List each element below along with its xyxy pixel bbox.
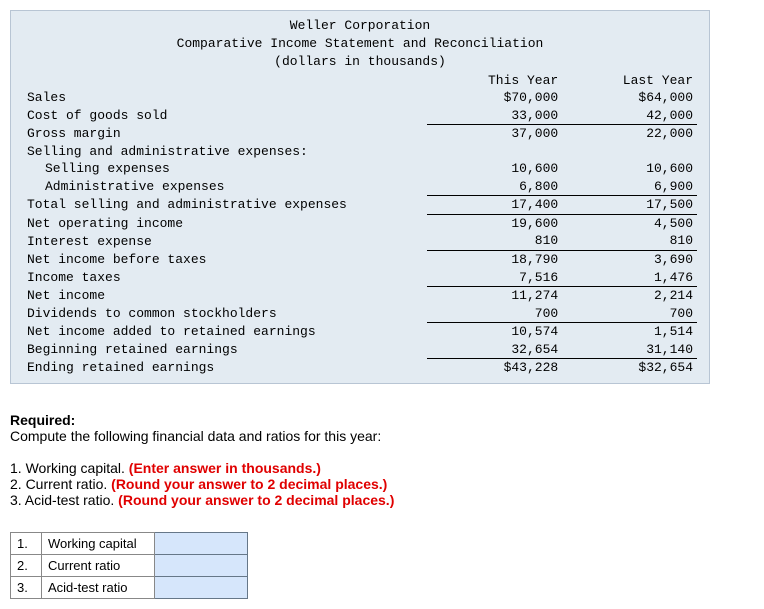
row-value-this-year: 37,000 xyxy=(427,125,562,143)
statement-row: Income taxes7,5161,476 xyxy=(23,269,697,287)
row-value-last-year: 6,900 xyxy=(562,178,697,196)
required-item: 2. Current ratio. (Round your answer to … xyxy=(10,476,764,492)
statement-row: Net income before taxes18,7903,690 xyxy=(23,251,697,269)
row-label: Net income before taxes xyxy=(23,251,427,269)
statement-row: Net income added to retained earnings10,… xyxy=(23,323,697,341)
statement-units: (dollars in thousands) xyxy=(23,53,697,71)
row-label: Dividends to common stockholders xyxy=(23,305,427,323)
statement-row: Interest expense810810 xyxy=(23,232,697,250)
row-value-last-year: 22,000 xyxy=(562,125,697,143)
row-value-this-year xyxy=(427,143,562,161)
statement-row: Administrative expenses6,8006,900 xyxy=(23,178,697,196)
required-item-text: 1. Working capital. xyxy=(10,460,129,476)
row-value-this-year: 17,400 xyxy=(427,196,562,215)
row-label: Selling expenses xyxy=(23,160,427,178)
row-value-last-year: 42,000 xyxy=(562,107,697,125)
income-statement-panel: Weller Corporation Comparative Income St… xyxy=(10,10,710,384)
row-label: Income taxes xyxy=(23,269,427,287)
row-label: Gross margin xyxy=(23,125,427,143)
row-value-this-year: $43,228 xyxy=(427,359,562,377)
row-label: Net income added to retained earnings xyxy=(23,323,427,341)
row-label: Selling and administrative expenses: xyxy=(23,143,427,161)
row-value-last-year: 10,600 xyxy=(562,160,697,178)
statement-row: Net operating income19,6004,500 xyxy=(23,214,697,232)
row-value-this-year: 6,800 xyxy=(427,178,562,196)
answer-label: Current ratio xyxy=(42,554,155,576)
row-label: Cost of goods sold xyxy=(23,107,427,125)
statement-row: Dividends to common stockholders700700 xyxy=(23,305,697,323)
row-value-this-year: 7,516 xyxy=(427,269,562,287)
row-label: Ending retained earnings xyxy=(23,359,427,377)
row-value-this-year: 10,574 xyxy=(427,323,562,341)
statement-row: Beginning retained earnings32,65431,140 xyxy=(23,341,697,359)
required-section: Required: Compute the following financia… xyxy=(10,412,764,508)
required-item-text: 3. Acid-test ratio. xyxy=(10,492,118,508)
required-item-text: 2. Current ratio. xyxy=(10,476,111,492)
row-label: Net income xyxy=(23,287,427,305)
answer-table-wrap: 1.Working capital2.Current ratio3.Acid-t… xyxy=(10,532,764,599)
statement-row: Cost of goods sold33,00042,000 xyxy=(23,107,697,125)
col-header-last-year: Last Year xyxy=(562,72,697,90)
row-value-last-year: 700 xyxy=(562,305,697,323)
row-value-last-year: 1,514 xyxy=(562,323,697,341)
row-label: Beginning retained earnings xyxy=(23,341,427,359)
row-value-last-year xyxy=(562,143,697,161)
statement-row: Total selling and administrative expense… xyxy=(23,196,697,215)
row-value-last-year: 1,476 xyxy=(562,269,697,287)
statement-row: Sales$70,000$64,000 xyxy=(23,89,697,107)
required-item: 3. Acid-test ratio. (Round your answer t… xyxy=(10,492,764,508)
row-value-this-year: 33,000 xyxy=(427,107,562,125)
answer-row: 2.Current ratio xyxy=(11,554,248,576)
statement-title: Comparative Income Statement and Reconci… xyxy=(23,35,697,53)
required-prompt: Compute the following financial data and… xyxy=(10,428,764,444)
statement-row: Gross margin37,00022,000 xyxy=(23,125,697,143)
row-value-this-year: 18,790 xyxy=(427,251,562,269)
row-value-this-year: 11,274 xyxy=(427,287,562,305)
answer-label: Working capital xyxy=(42,532,155,554)
statement-row: Net income11,2742,214 xyxy=(23,287,697,305)
row-value-last-year: 810 xyxy=(562,232,697,250)
row-value-this-year: 32,654 xyxy=(427,341,562,359)
company-name: Weller Corporation xyxy=(23,17,697,35)
row-value-this-year: 19,600 xyxy=(427,214,562,232)
answer-input[interactable] xyxy=(155,554,248,576)
required-item-hint: (Round your answer to 2 decimal places.) xyxy=(118,492,394,508)
answer-input[interactable] xyxy=(155,576,248,598)
row-value-last-year: $64,000 xyxy=(562,89,697,107)
row-value-last-year: 4,500 xyxy=(562,214,697,232)
statement-header: Weller Corporation Comparative Income St… xyxy=(23,17,697,72)
row-value-this-year: 10,600 xyxy=(427,160,562,178)
answer-row: 1.Working capital xyxy=(11,532,248,554)
answer-row: 3.Acid-test ratio xyxy=(11,576,248,598)
row-value-this-year: 810 xyxy=(427,232,562,250)
statement-row: Selling and administrative expenses: xyxy=(23,143,697,161)
row-value-this-year: 700 xyxy=(427,305,562,323)
row-value-last-year: 31,140 xyxy=(562,341,697,359)
answer-number: 2. xyxy=(11,554,42,576)
row-value-last-year: $32,654 xyxy=(562,359,697,377)
row-value-last-year: 2,214 xyxy=(562,287,697,305)
answer-number: 3. xyxy=(11,576,42,598)
answer-table: 1.Working capital2.Current ratio3.Acid-t… xyxy=(10,532,248,599)
row-label: Sales xyxy=(23,89,427,107)
answer-number: 1. xyxy=(11,532,42,554)
answer-input[interactable] xyxy=(155,532,248,554)
row-value-this-year: $70,000 xyxy=(427,89,562,107)
required-item-hint: (Enter answer in thousands.) xyxy=(129,460,321,476)
row-value-last-year: 17,500 xyxy=(562,196,697,215)
row-label: Total selling and administrative expense… xyxy=(23,196,427,215)
statement-row: Ending retained earnings$43,228$32,654 xyxy=(23,359,697,377)
row-label: Administrative expenses xyxy=(23,178,427,196)
row-label: Net operating income xyxy=(23,214,427,232)
statement-row: Selling expenses10,60010,600 xyxy=(23,160,697,178)
statement-table: This Year Last Year Sales$70,000$64,000C… xyxy=(23,72,697,377)
answer-label: Acid-test ratio xyxy=(42,576,155,598)
col-header-this-year: This Year xyxy=(427,72,562,90)
required-item: 1. Working capital. (Enter answer in tho… xyxy=(10,460,764,476)
row-value-last-year: 3,690 xyxy=(562,251,697,269)
row-label: Interest expense xyxy=(23,232,427,250)
required-heading: Required: xyxy=(10,412,75,428)
required-item-hint: (Round your answer to 2 decimal places.) xyxy=(111,476,387,492)
